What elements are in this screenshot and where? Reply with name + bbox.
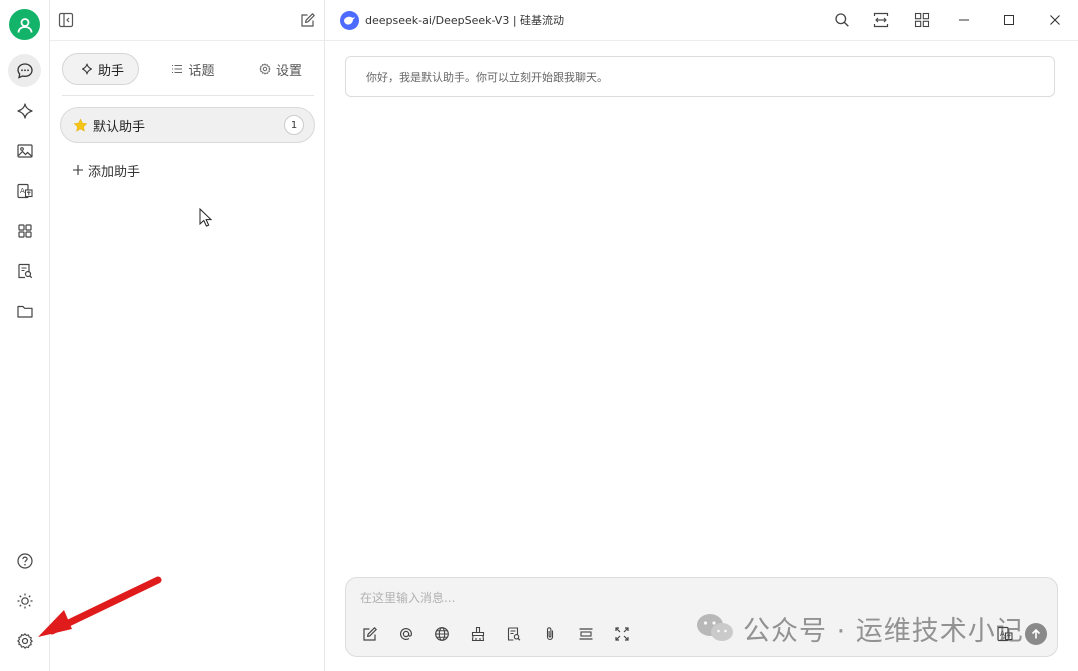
globe-icon <box>435 627 449 641</box>
sidebar-toggle-button[interactable] <box>58 12 74 28</box>
assistant-panel: 助手 话题 设置 默认助手 1 添加助手 <box>50 0 325 671</box>
panel-header <box>50 0 325 41</box>
web-search-button[interactable] <box>432 624 452 644</box>
translate-icon: A <box>16 183 33 198</box>
sparkle-icon <box>82 63 92 75</box>
send-button[interactable] <box>1025 623 1047 645</box>
at-icon <box>400 628 413 640</box>
panel-tabs: 助手 话题 设置 <box>62 52 314 86</box>
close-icon <box>1050 15 1060 25</box>
search-button[interactable] <box>830 8 854 32</box>
close-button[interactable] <box>1043 8 1067 32</box>
expand-input-button[interactable] <box>612 624 632 644</box>
folder-icon <box>16 305 33 318</box>
separator-icon <box>579 628 593 640</box>
tab-settings[interactable]: 设置 <box>247 53 314 85</box>
layout-button[interactable] <box>910 8 934 32</box>
tab-assistants-label: 助手 <box>98 63 125 79</box>
search-icon <box>835 13 849 27</box>
minimap-button[interactable] <box>869 8 893 32</box>
new-topic-button[interactable] <box>300 12 316 28</box>
add-assistant-label: 添加助手 <box>88 164 141 180</box>
watermark: 公众号 · 运维技术小记 <box>695 612 1024 647</box>
knowledge-base-button[interactable] <box>504 624 524 644</box>
deepseek-logo-icon <box>340 10 359 30</box>
rail-files-button[interactable] <box>8 294 41 327</box>
message-input[interactable] <box>360 588 960 608</box>
top-bar: deepseek-ai/DeepSeek-V3 | 硅基流动 <box>325 0 1078 41</box>
svg-text:A: A <box>20 187 25 195</box>
mouse-cursor <box>199 208 213 228</box>
doc-search-icon <box>507 627 521 641</box>
input-toolbar <box>360 624 632 644</box>
rail-help-button[interactable] <box>8 544 41 577</box>
sparkle-icon <box>16 102 33 119</box>
tab-topics[interactable]: 话题 <box>159 53 226 85</box>
help-icon <box>16 552 33 569</box>
model-name: deepseek-ai/DeepSeek-V3 | 硅基流动 <box>365 14 565 27</box>
minimize-button[interactable] <box>952 8 976 32</box>
maximize-icon <box>1004 15 1014 25</box>
gear-icon <box>259 63 271 75</box>
rail-knowledge-button[interactable] <box>8 254 41 287</box>
edit-icon <box>301 13 315 27</box>
star-icon <box>73 118 88 132</box>
annotation-arrow <box>30 575 165 645</box>
arrow-up-icon <box>1031 628 1041 639</box>
grid-icon <box>914 12 930 28</box>
rail-chat-button[interactable] <box>8 54 41 87</box>
chat-icon <box>16 62 33 79</box>
assistant-greeting-message: 你好，我是默认助手。你可以立刻开始跟我聊天。 <box>345 56 1055 97</box>
add-assistant-button[interactable]: 添加助手 <box>72 158 140 182</box>
tab-topics-label: 话题 <box>188 63 215 79</box>
user-avatar[interactable] <box>9 9 40 40</box>
list-icon <box>172 65 183 73</box>
minimize-icon <box>959 19 969 21</box>
left-rail: A <box>0 0 50 671</box>
cursor-icon <box>199 208 213 227</box>
paperclip-icon <box>546 627 554 641</box>
context-separator-button[interactable] <box>576 624 596 644</box>
apps-icon <box>17 223 32 238</box>
doc-search-icon <box>17 263 32 278</box>
tab-assistants[interactable]: 助手 <box>62 53 140 85</box>
new-topic-tool-button[interactable] <box>360 624 380 644</box>
model-selector[interactable]: deepseek-ai/DeepSeek-V3 | 硅基流动 <box>340 10 564 30</box>
rail-image-button[interactable] <box>8 134 41 167</box>
user-icon <box>17 17 32 33</box>
rail-apps-button[interactable] <box>8 214 41 247</box>
clear-context-button[interactable] <box>468 624 488 644</box>
red-arrow-icon <box>38 576 162 637</box>
topic-count-badge: 1 <box>284 115 304 135</box>
watermark-text: 公众号 · 运维技术小记 <box>743 615 1024 647</box>
assistant-item-default[interactable]: 默认助手 1 <box>60 107 315 143</box>
mention-button[interactable] <box>396 624 416 644</box>
plus-icon <box>73 165 83 175</box>
maximize-button[interactable] <box>997 8 1021 32</box>
attach-file-button[interactable] <box>540 624 560 644</box>
expand-width-icon <box>873 12 889 28</box>
expand-icon <box>615 627 629 641</box>
image-icon <box>16 143 33 158</box>
tab-settings-label: 设置 <box>275 63 302 79</box>
divider <box>62 95 314 96</box>
rail-agents-button[interactable] <box>8 94 41 127</box>
broom-icon <box>471 626 485 642</box>
rail-translate-button[interactable]: A <box>8 174 41 207</box>
edit-icon <box>363 627 377 641</box>
sidebar-toggle-icon <box>58 12 74 28</box>
assistant-name: 默认助手 <box>93 119 146 135</box>
wechat-logo-icon <box>697 614 733 641</box>
